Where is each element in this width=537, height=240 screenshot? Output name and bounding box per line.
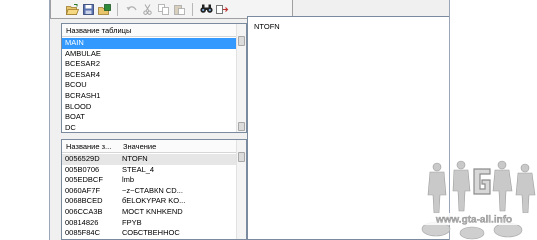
value-column-header[interactable]: Значение (121, 142, 156, 151)
values-table: 0056529D NTOFN 005B0706 STEAL_4 005EDBCF lm… (62, 154, 236, 239)
list-item[interactable]: BOAT (62, 112, 236, 123)
list-item[interactable]: BCOU (62, 80, 236, 91)
tables-list: MAIN AMBULAE BCESAR2 BCESAR4 BCOU BCRASH… (62, 38, 236, 132)
save-icon[interactable] (81, 2, 95, 16)
cut-icon[interactable] (140, 2, 154, 16)
list-item[interactable]: BCESAR4 (62, 70, 236, 81)
table-row[interactable]: 00814826 FPYB (62, 218, 236, 229)
editor-text: NTOFN (254, 22, 280, 31)
toolbar-separator (192, 2, 193, 16)
copy-icon[interactable] (156, 2, 170, 16)
gta-all-watermark-logo: www.gta-all.info (416, 160, 536, 240)
undo-icon[interactable] (124, 2, 138, 16)
text-editor-window: Название таблицы MAIN AMBULAE BCESAR2 BC… (49, 0, 450, 240)
save-all-icon[interactable] (97, 2, 111, 16)
paste-icon[interactable] (172, 2, 186, 16)
tables-list-panel: Название таблицы MAIN AMBULAE BCESAR2 BC… (61, 23, 247, 133)
list-item[interactable]: MAIN (62, 38, 236, 49)
table-row[interactable]: 0060AF7F ~z~СТАВКN CD... (62, 186, 236, 197)
scrollbar-thumb[interactable] (238, 152, 245, 162)
list-item[interactable]: DC (62, 123, 236, 132)
table-row[interactable]: 005EDBCF lmb (62, 175, 236, 186)
find-icon[interactable] (199, 2, 213, 16)
scrollbar-thumb[interactable] (238, 122, 245, 131)
table-name-column-header[interactable]: Название таблицы (64, 26, 131, 35)
values-table-panel: Название з... Значение 0056529D NTOFN 005… (61, 139, 247, 240)
table-row[interactable]: 006CCA3B MOCT KNHKEND (62, 207, 236, 218)
list-item[interactable]: BCRASH1 (62, 91, 236, 102)
tables-list-scrollbar[interactable] (236, 24, 246, 132)
table-row[interactable]: 005B0706 STEAL_4 (62, 165, 236, 176)
table-row[interactable]: 0056529D NTOFN (62, 154, 236, 165)
list-item[interactable]: BCESAR2 (62, 59, 236, 70)
name-column-header[interactable]: Название з... (64, 142, 121, 151)
list-item[interactable]: BLOOD (62, 102, 236, 113)
open-folder-icon[interactable] (65, 2, 79, 16)
scrollbar-thumb[interactable] (238, 36, 245, 46)
values-table-header: Название з... Значение (62, 140, 246, 153)
replace-icon[interactable] (215, 2, 229, 16)
toolbar-separator (117, 2, 118, 16)
values-table-scrollbar[interactable] (236, 140, 246, 239)
list-item[interactable]: AMBULAE (62, 49, 236, 60)
tables-list-header[interactable]: Название таблицы (62, 24, 246, 37)
table-row[interactable]: 0085F84C СОБСТВЕННОС (62, 228, 236, 239)
table-row[interactable]: 0068BCED бЕLOKYPAR KO... (62, 196, 236, 207)
watermark-text: www.gta-all.info (435, 215, 512, 226)
